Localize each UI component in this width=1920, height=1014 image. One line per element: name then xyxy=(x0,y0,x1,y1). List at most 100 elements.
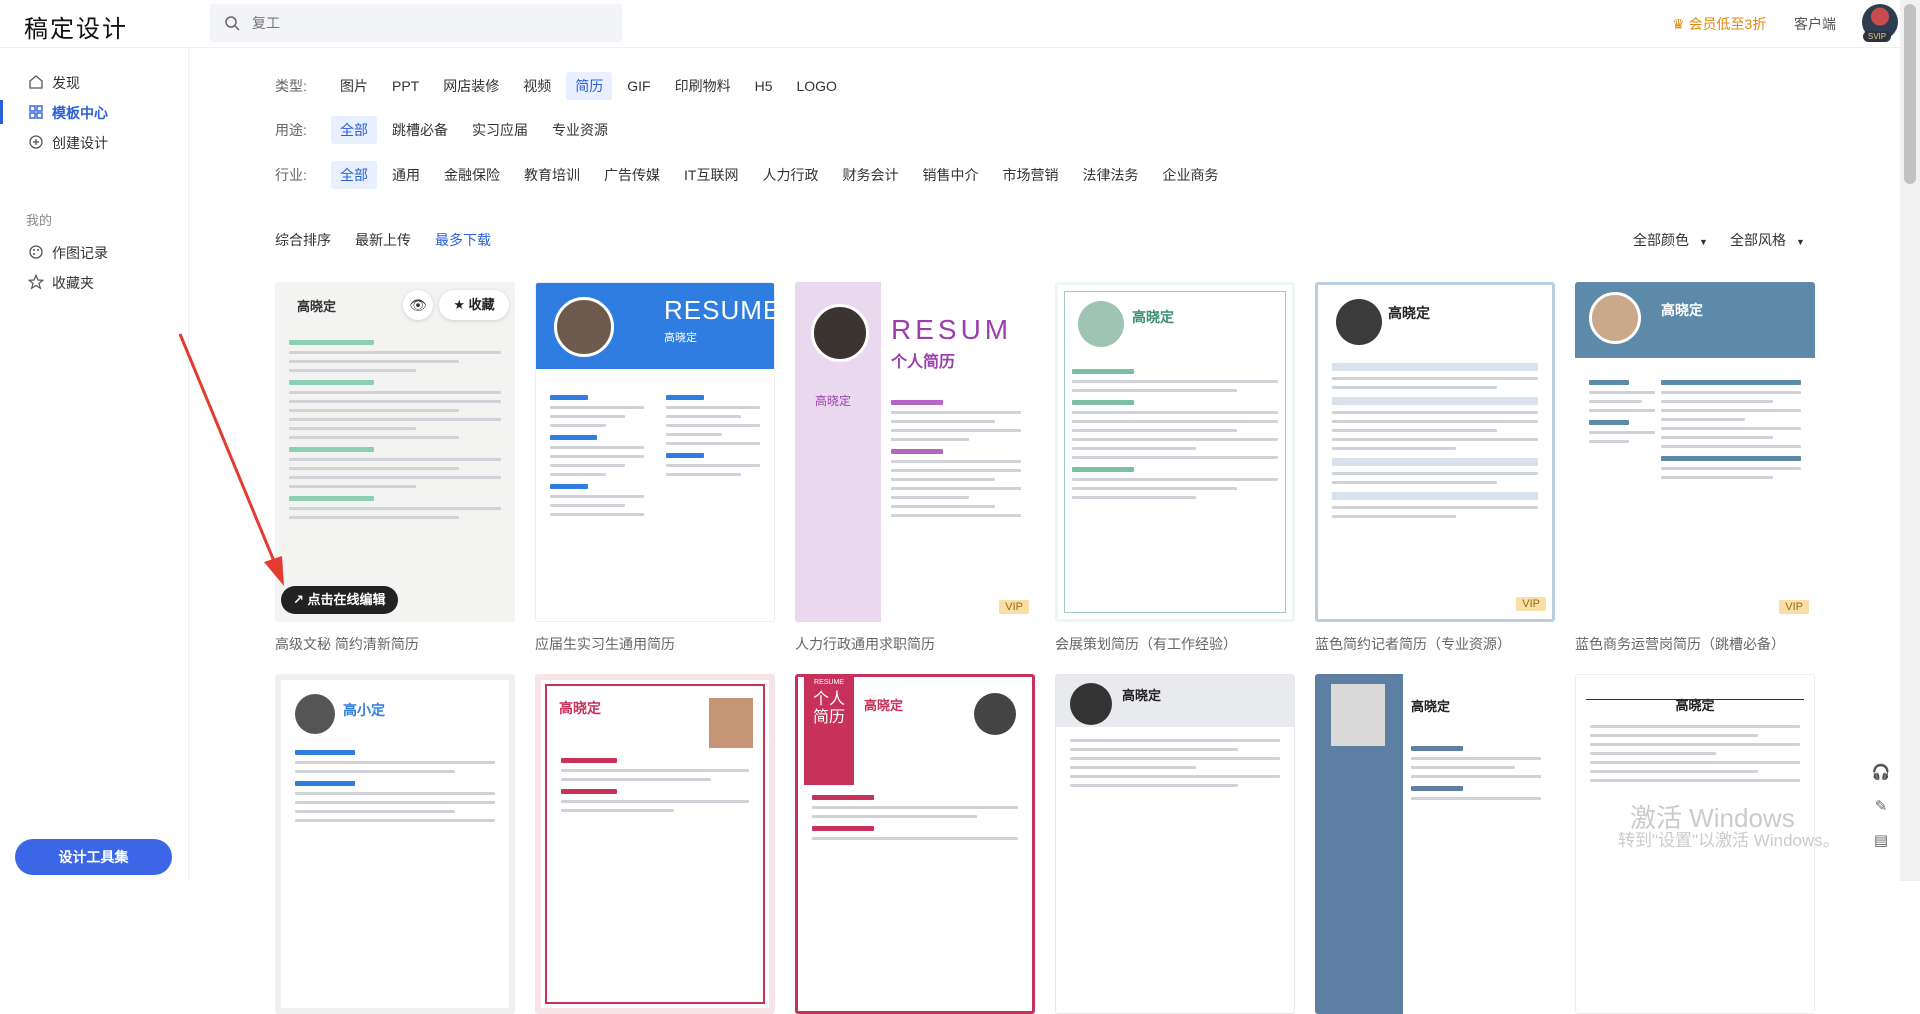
preview-button[interactable]: 👁 xyxy=(403,290,433,320)
headset-icon[interactable]: 🎧 xyxy=(1868,760,1894,786)
color-filter-dropdown[interactable]: 全部颜色 ▼ xyxy=(1633,230,1708,250)
template-card[interactable]: 高晓定 会展策划简历（有工作经验） xyxy=(1055,282,1295,654)
template-thumbnail[interactable]: 高晓定 xyxy=(1055,674,1295,1014)
template-card[interactable]: RESUME 个人简历 高晓定 xyxy=(795,674,1035,1014)
resume-photo xyxy=(1336,299,1382,345)
vip-tag: VIP xyxy=(1516,597,1546,611)
filter-chip[interactable]: IT互联网 xyxy=(675,161,747,189)
template-title[interactable]: 蓝色简约记者简历（专业资源） xyxy=(1315,634,1555,654)
template-card[interactable]: 高晓定 xyxy=(1315,674,1555,1014)
resume-preview xyxy=(1070,739,1280,793)
style-filter-dropdown[interactable]: 全部风格 ▼ xyxy=(1730,230,1805,250)
filter-chip[interactable]: PPT xyxy=(383,74,428,98)
main-content: 类型: 图片 PPT 网店装修 视频 简历 GIF 印刷物料 H5 LOGO 用… xyxy=(188,48,1900,1014)
filter-chip[interactable]: 教育培训 xyxy=(515,161,589,189)
resume-preview xyxy=(295,742,495,828)
filter-chip[interactable]: 印刷物料 xyxy=(666,72,740,100)
filter-chip[interactable]: 人力行政 xyxy=(753,161,827,189)
design-tools-button[interactable]: 设计工具集 xyxy=(15,839,172,875)
sidebar-item-favorites[interactable]: 收藏夹 xyxy=(0,264,188,300)
filter-chip[interactable]: 视频 xyxy=(514,72,560,100)
template-card[interactable]: 高小定 xyxy=(275,674,515,1014)
template-thumbnail[interactable]: 高晓定 xyxy=(535,674,775,1014)
filter-chip[interactable]: 跳槽必备 xyxy=(383,116,457,144)
filter-chip[interactable]: 财务会计 xyxy=(833,161,907,189)
filter-chip[interactable]: 专业资源 xyxy=(543,116,617,144)
template-card[interactable]: 高晓定 VIP 蓝色简约记者简历（专业资源） xyxy=(1315,282,1555,654)
grid-icon xyxy=(29,105,43,119)
filter-chip[interactable]: GIF xyxy=(618,74,659,98)
resume-photo xyxy=(295,694,335,734)
template-thumbnail[interactable]: 高晓定 xyxy=(1315,674,1555,1014)
template-thumbnail[interactable]: RESUM 个人简历 高晓定 VIP xyxy=(795,282,1035,622)
filter-chip[interactable]: 金融保险 xyxy=(435,161,509,189)
template-thumbnail[interactable]: 高小定 xyxy=(275,674,515,1014)
sort-tab-selected[interactable]: 最多下载 xyxy=(435,230,491,250)
svip-badge: SVIP xyxy=(1863,31,1891,42)
filter-chip[interactable]: 企业商务 xyxy=(1153,161,1227,189)
template-card[interactable]: 高晓定 xyxy=(535,674,775,1014)
filter-industry-row: 行业: 全部 通用 金融保险 教育培训 广告传媒 IT互联网 人力行政 财务会计… xyxy=(275,161,1233,189)
template-thumbnail[interactable]: 高晓定 VIP xyxy=(1575,282,1815,622)
search-box[interactable] xyxy=(210,4,622,42)
template-card[interactable]: 高晓定 👁 ★ 收藏 ↗ 点击在线编辑 高级文秘 简约清新简历 xyxy=(275,282,515,654)
template-card[interactable]: RESUM 个人简历 高晓定 VIP 人力行政通用求职简历 xyxy=(795,282,1035,654)
template-title[interactable]: 会展策划简历（有工作经验） xyxy=(1055,634,1295,654)
sidebar-item-label: 创建设计 xyxy=(52,135,108,151)
filter-chip[interactable]: 销售中介 xyxy=(913,161,987,189)
sort-tab[interactable]: 综合排序 xyxy=(275,230,331,250)
crown-icon: ♛ xyxy=(1672,16,1685,32)
chat-icon[interactable]: ▤ xyxy=(1868,828,1894,854)
resume-ribbon-label: RESUME xyxy=(814,679,844,686)
sidebar-item-create[interactable]: 创建设计 xyxy=(0,124,188,160)
filter-label: 类型: xyxy=(275,78,307,94)
template-thumbnail[interactable]: RESUME 个人简历 高晓定 xyxy=(795,674,1035,1014)
template-title[interactable]: 蓝色商务运营岗简历（跳槽必备） xyxy=(1575,634,1815,654)
template-card[interactable]: 高晓定 xyxy=(1055,674,1295,1014)
resume-name: 高晓定 xyxy=(664,332,697,344)
template-thumbnail[interactable]: 高晓定 👁 ★ 收藏 ↗ 点击在线编辑 xyxy=(275,282,515,622)
client-download-link[interactable]: 客户端 xyxy=(1794,14,1836,34)
template-title[interactable]: 高级文秘 简约清新简历 xyxy=(275,634,515,654)
template-thumbnail[interactable]: RESUME 高晓定 xyxy=(535,282,775,622)
sidebar-item-label: 发现 xyxy=(52,75,80,91)
filter-chip-selected[interactable]: 全部 xyxy=(331,161,377,189)
edit-label: 点击在线编辑 xyxy=(307,592,386,607)
template-title[interactable]: 人力行政通用求职简历 xyxy=(795,634,1035,654)
app-logo[interactable]: 稿定设计 xyxy=(24,9,128,44)
eye-icon: 👁 xyxy=(409,297,427,313)
filter-chip[interactable]: 图片 xyxy=(331,72,377,100)
filter-chip-selected[interactable]: 简历 xyxy=(566,72,613,100)
edit-online-button[interactable]: ↗ 点击在线编辑 xyxy=(281,586,398,614)
red-arrow-annotation xyxy=(178,333,284,586)
plus-circle-icon xyxy=(29,135,43,149)
feedback-icon[interactable]: ✎ xyxy=(1868,794,1894,820)
template-card[interactable]: 高晓定 VIP 蓝色商务运营岗简历（跳槽必备） xyxy=(1575,282,1815,654)
scrollbar-thumb[interactable] xyxy=(1904,4,1916,184)
sidebar-section-mine: 我的 xyxy=(26,213,53,228)
filter-chip[interactable]: H5 xyxy=(746,74,782,98)
filter-chip[interactable]: 网店装修 xyxy=(434,72,508,100)
template-thumbnail[interactable]: 高晓定 VIP xyxy=(1315,282,1555,622)
filter-chip[interactable]: 通用 xyxy=(383,161,429,189)
template-thumbnail[interactable]: 高晓定 xyxy=(1055,282,1295,622)
filter-chip[interactable]: 广告传媒 xyxy=(595,161,669,189)
filter-chip[interactable]: 市场营销 xyxy=(993,161,1067,189)
caret-down-icon: ▼ xyxy=(1699,237,1708,247)
top-header: 稿定设计 ♛会员低至3折 客户端 SVIP xyxy=(0,0,1920,48)
filter-chip[interactable]: 实习应届 xyxy=(463,116,537,144)
vip-promo-link[interactable]: ♛ 会员低至3折 xyxy=(1672,14,1766,34)
dropdown-label: 全部风格 xyxy=(1730,232,1786,248)
filter-chip-selected[interactable]: 全部 xyxy=(331,116,377,144)
search-input[interactable] xyxy=(252,12,602,34)
template-card[interactable]: RESUME 高晓定 应届生实习生通用简历 xyxy=(535,282,775,654)
resume-name: 高小定 xyxy=(343,702,385,718)
sort-tab[interactable]: 最新上传 xyxy=(355,230,411,250)
vertical-scrollbar[interactable] xyxy=(1900,0,1920,881)
filter-chip[interactable]: 法律法务 xyxy=(1073,161,1147,189)
resume-photo xyxy=(709,698,753,748)
favorite-button[interactable]: ★ 收藏 xyxy=(439,290,509,320)
resume-preview xyxy=(891,392,1021,523)
filter-chip[interactable]: LOGO xyxy=(787,74,845,98)
template-title[interactable]: 应届生实习生通用简历 xyxy=(535,634,775,654)
